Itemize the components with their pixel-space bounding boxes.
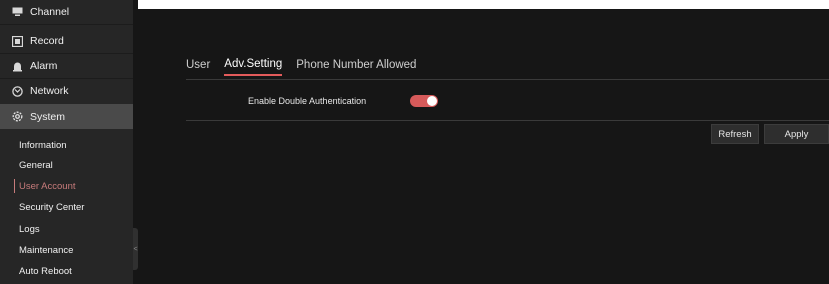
sub-item-label: User Account — [19, 180, 76, 192]
double-auth-toggle[interactable] — [410, 95, 438, 107]
sub-item-user-account[interactable]: User Account — [0, 176, 133, 196]
sub-item-information[interactable]: Information — [0, 135, 133, 155]
nav-item-label: Network — [30, 85, 69, 97]
double-auth-label: Enable Double Authentication — [248, 96, 367, 106]
tab-label: Adv.Setting — [224, 58, 283, 70]
sub-item-security-center[interactable]: Security Center — [0, 197, 133, 217]
sub-item-label: Information — [19, 139, 67, 151]
nav-item-alarm[interactable]: Alarm — [0, 54, 133, 78]
record-icon — [12, 35, 23, 47]
sub-item-label: Logs — [19, 223, 40, 235]
alarm-icon — [12, 61, 23, 72]
main-panel: User Adv.Setting Phone Number Allowed En… — [138, 0, 829, 284]
toggle-knob — [427, 96, 437, 106]
nav-item-network[interactable]: Network — [0, 79, 133, 103]
nav-item-system[interactable]: System — [0, 104, 133, 129]
sub-item-maintenance[interactable]: Maintenance — [0, 240, 133, 260]
sub-item-auto-reboot[interactable]: Auto Reboot — [0, 261, 133, 281]
nav-item-label: System — [30, 110, 66, 123]
tab-user[interactable]: User — [186, 59, 210, 75]
tabs-divider — [186, 79, 829, 80]
network-icon — [12, 85, 23, 97]
tab-label: Phone Number Allowed — [296, 59, 417, 71]
tab-phone-number-allowed[interactable]: Phone Number Allowed — [296, 59, 416, 75]
tab-adv-setting[interactable]: Adv.Setting — [224, 58, 283, 76]
nav-item-label: Alarm — [30, 60, 58, 72]
nav-item-record[interactable]: Record — [0, 29, 133, 53]
nav-item-channel[interactable]: Channel — [0, 0, 133, 24]
gear-icon — [12, 111, 23, 122]
channel-icon — [12, 7, 23, 18]
top-bar — [138, 0, 829, 9]
sub-item-label: Security Center — [19, 201, 85, 213]
divider — [0, 24, 133, 25]
section-divider — [186, 120, 829, 121]
nav-item-label: Record — [30, 35, 64, 47]
apply-button[interactable]: Apply — [764, 124, 829, 144]
sub-item-label: Maintenance — [19, 244, 74, 256]
chevron-left-icon: < — [133, 245, 138, 253]
tab-bar: User Adv.Setting Phone Number Allowed — [186, 58, 430, 76]
sidebar: Channel Record Alarm Network System Info… — [0, 0, 133, 284]
nav-item-label: Channel — [30, 6, 70, 18]
setting-row-double-auth: Enable Double Authentication — [248, 96, 366, 106]
sub-item-logs[interactable]: Logs — [0, 219, 133, 239]
sub-item-label: General — [19, 159, 53, 171]
sub-item-general[interactable]: General — [0, 155, 133, 175]
sub-item-label: Auto Reboot — [19, 265, 72, 277]
tab-label: User — [186, 59, 211, 71]
refresh-button[interactable]: Refresh — [711, 124, 759, 144]
